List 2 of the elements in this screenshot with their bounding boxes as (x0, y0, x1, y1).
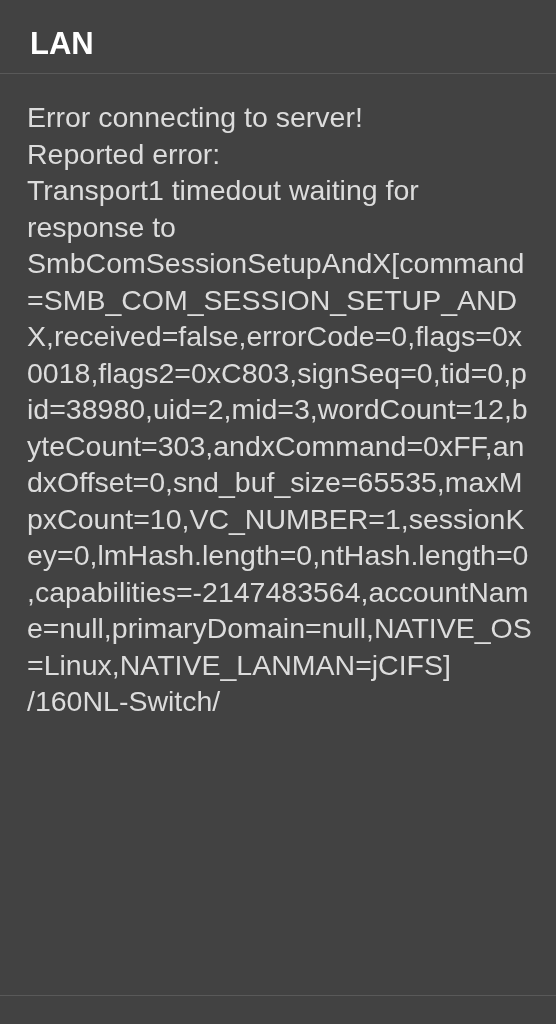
dialog-title: LAN (0, 0, 556, 74)
error-message: Error connecting to server! Reported error: Transport1 timedout waiting for response to SmbComSessionSetupAndX[command=SMB_COM_SESSION_SETUP_ANDX,received=false,errorCode=0,flags=0x0018,flags2=0xC803,signSeq=0,tid=0,pid=38980,uid=2,mid=3,wordCount=12,byteCount=303,andxCommand=0xFF,andxOffset=0,snd_buf_size=65535,maxMpxCount=10,VC_NUMBER=1,sessionKey=0,lmHash.length=0,ntHash.length=0,capabilities=-2147483564,accountName=null,primaryDomain=null,NATIVE_OS=Linux,NATIVE_LANMAN=jCIFS] /160NL-Switch/ (26, 100, 533, 719)
